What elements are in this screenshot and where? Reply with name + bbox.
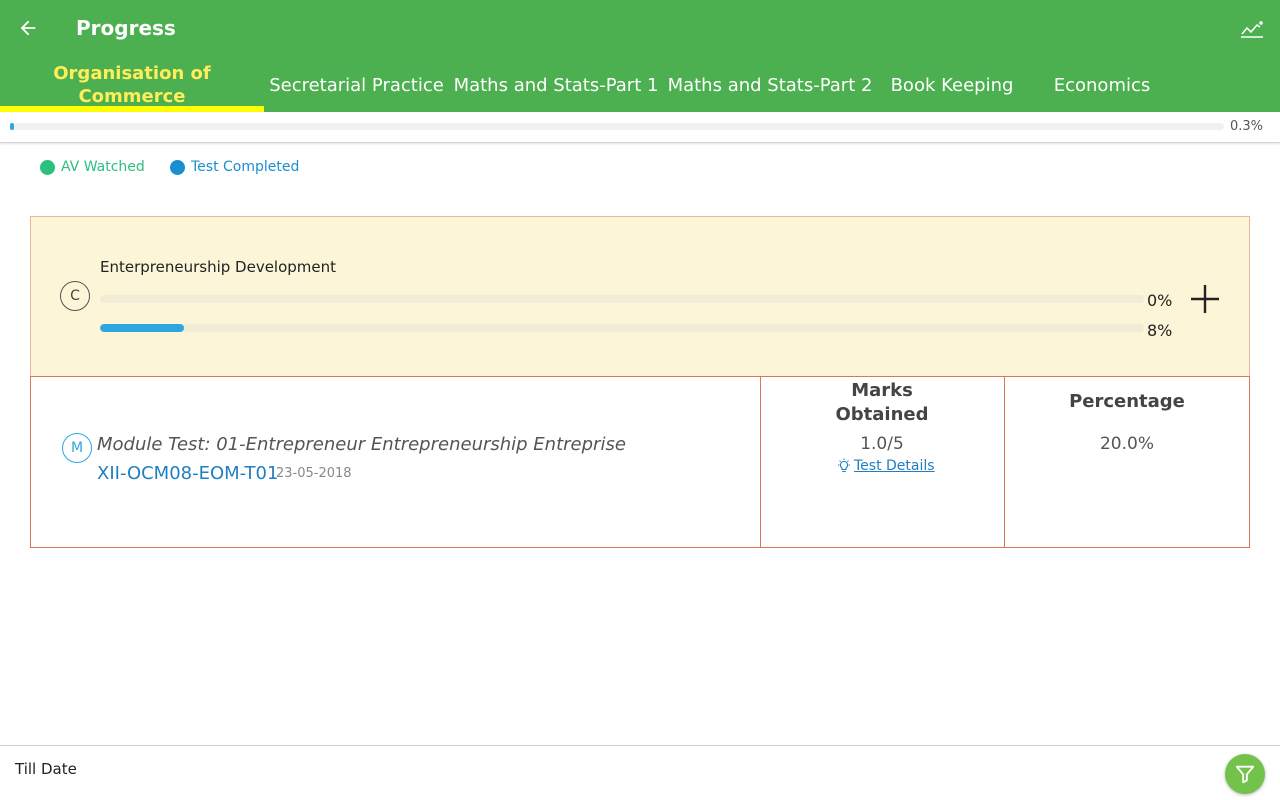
app-bar: Progress Organisation of Commerce Secret…: [0, 0, 1280, 112]
marks-value: 1.0/5: [860, 434, 904, 454]
tab-maths-stats-part-1[interactable]: Maths and Stats-Part 1: [449, 58, 663, 112]
overall-progress-percent: 0.3%: [1230, 119, 1264, 134]
test-progress-percent: 8%: [1147, 321, 1173, 340]
chapter-badge: C: [60, 281, 90, 311]
marks-header: Marks Obtained: [835, 380, 929, 425]
till-date-label: Till Date: [15, 760, 77, 778]
module-code: XII-OCM08-EOM-T01: [97, 463, 279, 484]
module-badge: M: [62, 433, 92, 463]
chapter-card[interactable]: C Enterpreneurship Development 0% 8%: [30, 216, 1250, 377]
test-progress-track: [100, 324, 1144, 332]
legend-av-watched: AV Watched: [40, 158, 145, 176]
percentage-value: 20.0%: [1099, 434, 1154, 454]
tab-book-keeping[interactable]: Book Keeping: [877, 58, 1027, 112]
lightbulb-icon: [838, 458, 850, 473]
av-progress-percent: 0%: [1147, 291, 1173, 310]
column-divider: [760, 377, 761, 547]
footer-bar: Till Date: [0, 745, 1280, 800]
expand-button[interactable]: [1187, 281, 1223, 317]
chapter-title: Enterpreneurship Development: [100, 258, 337, 276]
module-date: 23-05-2018: [276, 466, 352, 481]
tab-organisation-of-commerce[interactable]: Organisation of Commerce: [0, 58, 264, 112]
plus-icon: [1191, 285, 1219, 313]
module-title: Module Test: 01-Entrepreneur Entrepreneu…: [97, 434, 626, 455]
test-completed-label: Test Completed: [191, 159, 300, 175]
av-watched-label: AV Watched: [61, 159, 145, 175]
av-progress-track: [100, 295, 1144, 303]
tab-maths-stats-part-2[interactable]: Maths and Stats-Part 2: [663, 58, 877, 112]
arrow-left-icon: [20, 20, 36, 36]
page-title: Progress: [76, 16, 176, 40]
back-button[interactable]: [12, 12, 44, 44]
tab-economics[interactable]: Economics: [1027, 58, 1177, 112]
tab-secretarial-practice[interactable]: Secretarial Practice: [264, 58, 449, 112]
overall-progress-fill: [10, 123, 14, 130]
overall-progress-track: [10, 123, 1224, 130]
overall-progress: 0.3%: [0, 112, 1280, 143]
module-test-card: M Module Test: 01-Entrepreneur Entrepren…: [30, 376, 1250, 548]
line-chart-icon: [1241, 21, 1263, 38]
percentage-header: Percentage: [1069, 391, 1185, 412]
filter-icon: [1235, 765, 1255, 784]
filter-button[interactable]: [1225, 754, 1265, 794]
av-watched-dot: [40, 159, 55, 175]
test-details-link[interactable]: Test Details: [836, 458, 935, 474]
legend-test-completed: Test Completed: [170, 158, 299, 176]
test-details-label: Test Details: [854, 458, 935, 474]
chart-button[interactable]: [1236, 14, 1268, 44]
test-progress-fill: [100, 324, 184, 332]
test-completed-dot: [170, 159, 185, 175]
